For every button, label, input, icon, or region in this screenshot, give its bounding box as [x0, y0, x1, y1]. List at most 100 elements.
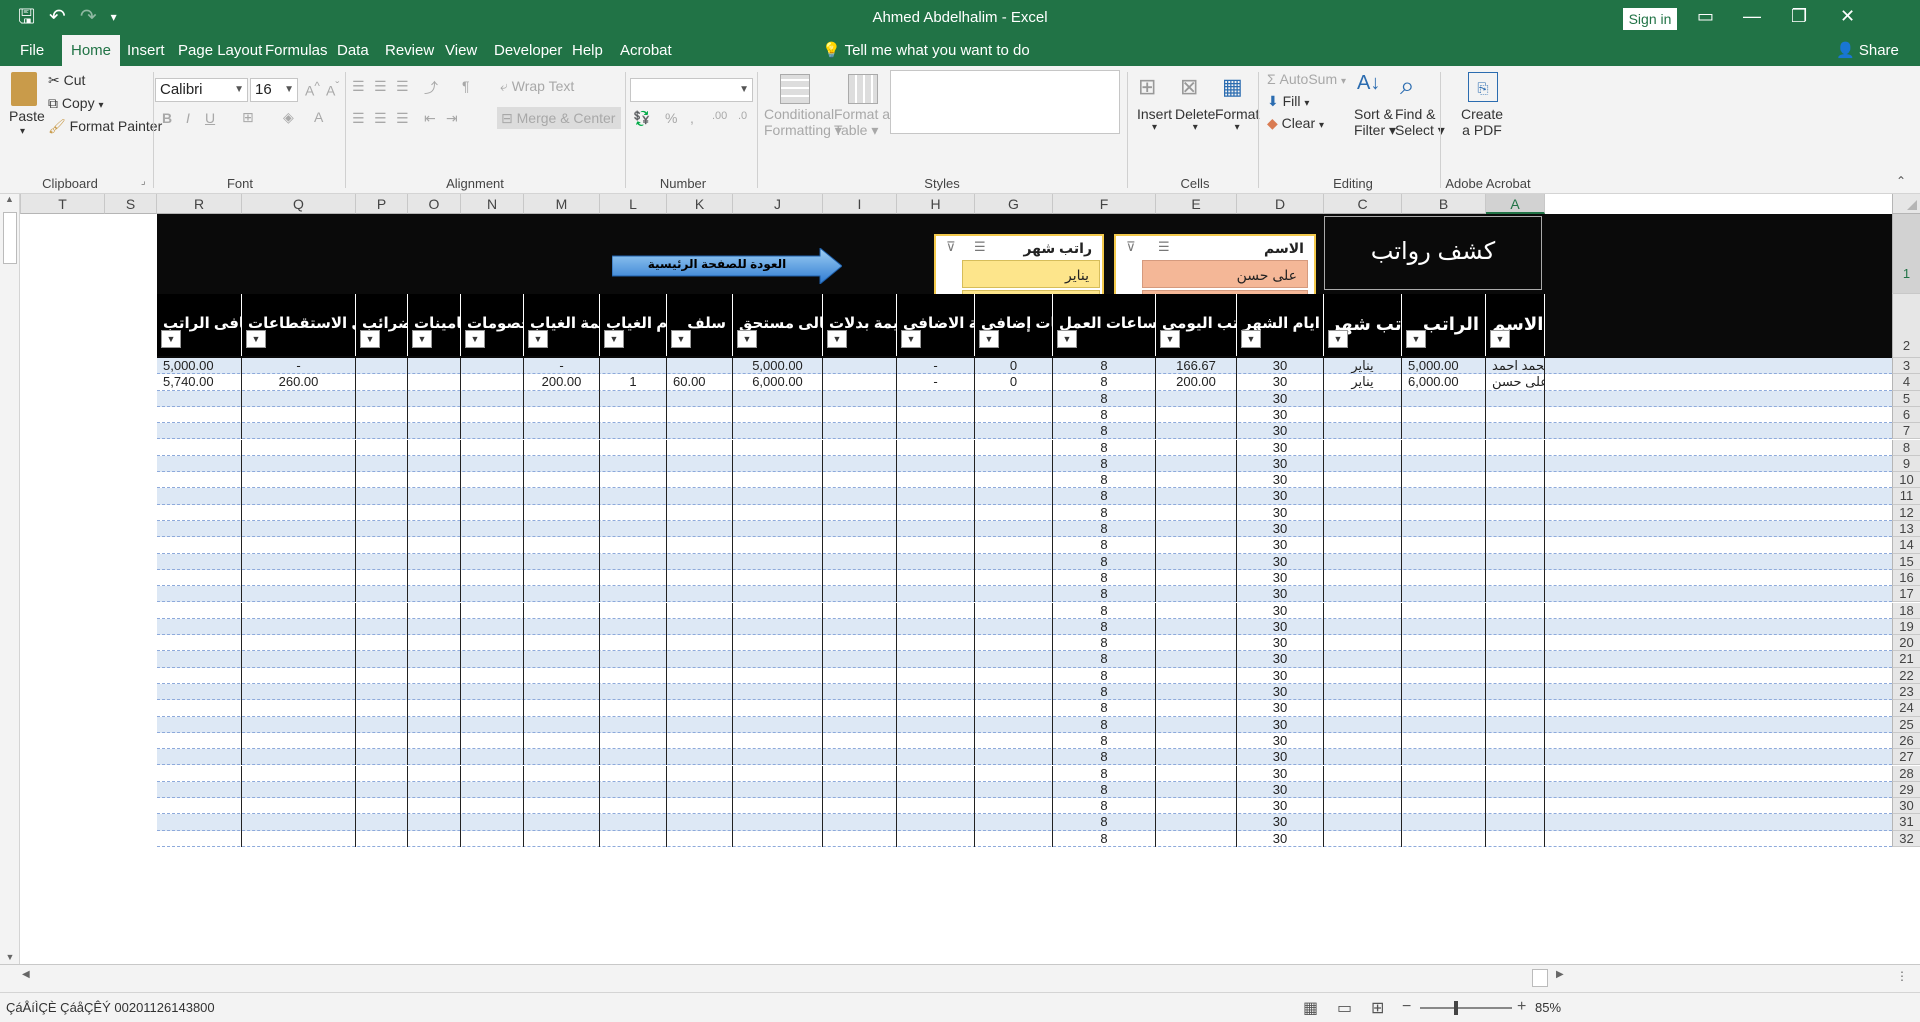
table-cell[interactable]: [1402, 537, 1486, 554]
table-cell[interactable]: [975, 781, 1053, 799]
table-cell[interactable]: [1402, 390, 1486, 407]
table-cell[interactable]: [823, 635, 897, 652]
table-cell[interactable]: [600, 781, 667, 799]
create-pdf-button[interactable]: Create a PDF: [1461, 106, 1503, 138]
table-cell[interactable]: [897, 423, 975, 440]
table-cell[interactable]: [356, 488, 408, 505]
table-cell[interactable]: [1324, 667, 1402, 684]
table-cell[interactable]: [667, 504, 733, 521]
italic-icon[interactable]: I: [186, 110, 190, 126]
font-size-combo[interactable]: 16 ▼: [250, 78, 298, 102]
table-cell[interactable]: [1402, 504, 1486, 521]
table-cell[interactable]: [1402, 781, 1486, 799]
table-cell[interactable]: [1402, 732, 1486, 750]
table-cell[interactable]: [733, 700, 823, 717]
clipboard-launcher-icon[interactable]: ⌟: [141, 176, 146, 187]
table-cell[interactable]: [600, 455, 667, 473]
autosum-button[interactable]: Σ AutoSum ▾: [1267, 71, 1346, 87]
table-cell[interactable]: [1486, 602, 1545, 619]
table-cell[interactable]: 5,740.00: [157, 374, 242, 391]
table-cell[interactable]: [975, 537, 1053, 554]
table-cell[interactable]: 8: [1053, 472, 1156, 489]
table-cell[interactable]: [733, 781, 823, 799]
table-cell[interactable]: 30: [1237, 406, 1324, 424]
table-cell[interactable]: [242, 472, 356, 489]
table-cell[interactable]: [667, 651, 733, 668]
table-cell[interactable]: [356, 830, 408, 847]
table-cell[interactable]: [823, 390, 897, 407]
row-header[interactable]: 29: [1892, 781, 1920, 799]
table-cell[interactable]: 8: [1053, 521, 1156, 538]
multi-select-icon[interactable]: ☰: [1158, 239, 1170, 255]
table-cell[interactable]: [823, 602, 897, 619]
table-cell[interactable]: [1486, 716, 1545, 733]
table-cell[interactable]: [157, 798, 242, 815]
table-cell[interactable]: [1324, 439, 1402, 456]
table-cell[interactable]: [524, 537, 600, 554]
table-cell[interactable]: [667, 455, 733, 473]
table-cell[interactable]: [157, 781, 242, 799]
table-cell[interactable]: [1324, 488, 1402, 505]
table-cell[interactable]: [1324, 814, 1402, 831]
table-cell[interactable]: [975, 586, 1053, 603]
table-cell[interactable]: [667, 521, 733, 538]
table-cell[interactable]: 166.67: [1156, 358, 1237, 375]
table-cell[interactable]: 8: [1053, 423, 1156, 440]
table-cell[interactable]: [975, 390, 1053, 407]
table-cell[interactable]: [356, 423, 408, 440]
decrease-font-icon[interactable]: Aˇ: [326, 80, 339, 99]
filter-dropdown-icon[interactable]: ▼: [604, 330, 624, 348]
table-cell[interactable]: [242, 635, 356, 652]
column-header[interactable]: B: [1402, 194, 1486, 214]
table-cell[interactable]: [461, 472, 524, 489]
table-cell[interactable]: 200.00: [524, 374, 600, 391]
table-cell[interactable]: [1486, 781, 1545, 799]
table-cell[interactable]: [667, 618, 733, 636]
bold-icon[interactable]: B: [162, 110, 172, 126]
table-cell[interactable]: [1324, 700, 1402, 717]
table-cell[interactable]: [524, 553, 600, 570]
row-header[interactable]: 11: [1892, 488, 1920, 505]
table-cell[interactable]: [356, 586, 408, 603]
row-header[interactable]: 25: [1892, 716, 1920, 733]
table-cell[interactable]: [524, 667, 600, 684]
table-cell[interactable]: 8: [1053, 358, 1156, 375]
table-cell[interactable]: [975, 553, 1053, 570]
table-cell[interactable]: -: [242, 358, 356, 375]
table-cell[interactable]: [242, 667, 356, 684]
table-cell[interactable]: [1486, 814, 1545, 831]
table-cell[interactable]: [667, 781, 733, 799]
table-cell[interactable]: [897, 765, 975, 782]
table-cell[interactable]: 30: [1237, 618, 1324, 636]
table-cell[interactable]: [157, 700, 242, 717]
conditional-formatting-button[interactable]: Conditional Formatting ▾: [764, 106, 842, 139]
rtl-icon[interactable]: ¶: [462, 78, 470, 94]
table-cell[interactable]: [667, 749, 733, 766]
table-cell[interactable]: [242, 455, 356, 473]
table-cell[interactable]: [242, 553, 356, 570]
table-cell[interactable]: 8: [1053, 618, 1156, 636]
column-header[interactable]: Q: [242, 194, 356, 214]
table-cell[interactable]: [600, 423, 667, 440]
table-cell[interactable]: [1156, 537, 1237, 554]
table-cell[interactable]: [242, 504, 356, 521]
table-cell[interactable]: [1324, 521, 1402, 538]
filter-dropdown-icon[interactable]: ▼: [246, 330, 266, 348]
table-cell[interactable]: [733, 390, 823, 407]
row-header[interactable]: 23: [1892, 684, 1920, 701]
table-cell[interactable]: [975, 488, 1053, 505]
table-cell[interactable]: 8: [1053, 814, 1156, 831]
table-cell[interactable]: -: [524, 358, 600, 375]
table-cell[interactable]: 8: [1053, 374, 1156, 391]
table-cell[interactable]: [1486, 651, 1545, 668]
table-cell[interactable]: [524, 830, 600, 847]
table-cell[interactable]: [733, 814, 823, 831]
slicer-name-item[interactable]: على حسن: [1142, 260, 1308, 288]
table-cell[interactable]: [461, 423, 524, 440]
table-cell[interactable]: [242, 586, 356, 603]
table-cell[interactable]: [157, 569, 242, 587]
table-cell[interactable]: [897, 439, 975, 456]
table-cell[interactable]: [408, 781, 461, 799]
table-cell[interactable]: [823, 521, 897, 538]
table-cell[interactable]: [524, 406, 600, 424]
